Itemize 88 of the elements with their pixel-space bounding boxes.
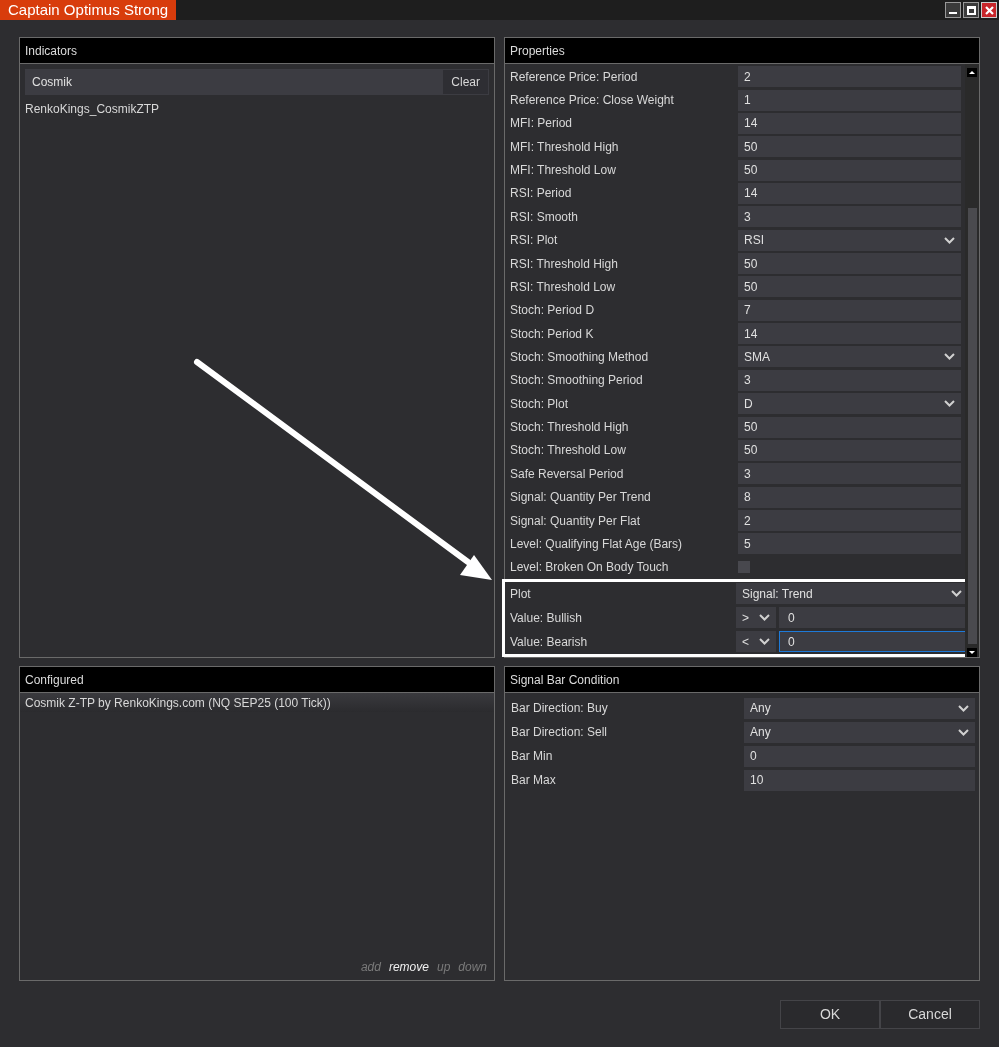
action-link[interactable]: remove <box>388 958 429 976</box>
property-label: Bar Direction: Sell <box>511 724 609 741</box>
property-label: Stoch: Period D <box>510 302 596 320</box>
input-field[interactable]: 14 <box>738 182 961 204</box>
property-label: MFI: Threshold Low <box>510 162 617 180</box>
input-field[interactable]: 1 <box>738 89 961 111</box>
panel-header: Indicators <box>20 38 494 64</box>
chevron-down-icon <box>944 400 955 408</box>
input-field[interactable]: 50 <box>738 416 961 438</box>
property-label: RSI: Smooth <box>510 208 580 226</box>
input-field[interactable]: 0 <box>779 631 968 653</box>
property-label: Value: Bullish <box>510 609 583 627</box>
property-label: Plot <box>510 585 532 603</box>
input-field[interactable]: 14 <box>738 112 961 134</box>
property-label: Value: Bearish <box>510 633 589 651</box>
chevron-down-icon <box>759 638 770 646</box>
property-label: Signal: Quantity Per Trend <box>510 489 652 507</box>
property-label: Signal: Quantity Per Flat <box>510 512 642 530</box>
property-label: Stoch: Period K <box>510 325 595 343</box>
property-label: RSI: Plot <box>510 232 559 250</box>
input-field[interactable]: 50 <box>738 253 961 275</box>
maximize-button[interactable] <box>963 2 979 18</box>
property-label: Bar Max <box>511 772 557 789</box>
operator-dropdown[interactable]: > <box>736 607 776 629</box>
panel-header: Signal Bar Condition <box>505 667 979 693</box>
chevron-down-icon <box>958 728 969 736</box>
search-field[interactable]: Cosmik <box>25 69 443 95</box>
property-label: Stoch: Smoothing Method <box>510 349 650 366</box>
property-label: RSI: Period <box>510 185 573 203</box>
scroll-up-arrow-icon[interactable] <box>967 68 977 77</box>
input-field[interactable]: 50 <box>738 439 961 461</box>
input-field[interactable]: 5 <box>738 533 961 555</box>
input-field[interactable]: 7 <box>738 299 961 321</box>
dropdown[interactable]: Any <box>744 697 975 719</box>
panel-header: Configured <box>20 667 494 693</box>
dropdown[interactable]: Any <box>744 721 975 743</box>
chevron-down-icon <box>958 704 969 712</box>
input-field[interactable]: 0 <box>744 745 975 767</box>
input-field[interactable]: 2 <box>738 510 961 531</box>
input-field[interactable]: 3 <box>738 206 961 228</box>
property-label: Stoch: Threshold Low <box>510 442 627 460</box>
configured-item[interactable]: Cosmik Z-TP by RenkoKings.com (NQ SEP25 (100 Tick)) <box>20 693 494 712</box>
input-field[interactable]: 50 <box>738 136 961 158</box>
chevron-down-icon <box>759 614 770 622</box>
property-label: MFI: Threshold High <box>510 138 620 156</box>
input-field[interactable]: 50 <box>738 276 961 298</box>
checkbox[interactable] <box>738 561 750 574</box>
property-label: Safe Reversal Period <box>510 465 625 483</box>
chevron-down-icon <box>944 236 955 244</box>
clear-button[interactable]: Clear <box>442 69 489 95</box>
chevron-down-icon <box>951 590 962 598</box>
dropdown[interactable]: RSI <box>738 229 961 251</box>
close-button[interactable] <box>981 2 997 18</box>
dropdown[interactable]: SMA <box>738 346 961 368</box>
dropdown[interactable]: D <box>738 393 961 415</box>
dialog-button[interactable]: Cancel <box>880 1000 980 1029</box>
dropdown[interactable]: Signal: Trend <box>736 583 968 605</box>
input-field[interactable]: 3 <box>738 369 961 391</box>
dialog-button[interactable]: OK <box>780 1000 880 1029</box>
scroll-down-arrow-icon[interactable] <box>967 648 977 657</box>
indicator-item[interactable]: RenkoKings_CosmikZTP <box>25 99 489 119</box>
property-label: Stoch: Smoothing Period <box>510 372 644 390</box>
input-field[interactable]: 8 <box>738 486 961 508</box>
property-label: RSI: Threshold High <box>510 255 619 273</box>
property-label: RSI: Threshold Low <box>510 278 617 296</box>
scrollbar-thumb[interactable] <box>967 208 977 644</box>
input-field[interactable]: 0 <box>779 607 968 629</box>
input-field[interactable]: 2 <box>738 66 961 88</box>
operator-dropdown[interactable]: < <box>736 631 776 653</box>
property-label: Stoch: Plot <box>510 395 570 413</box>
property-label: Level: Broken On Body Touch <box>510 559 670 577</box>
property-label: Reference Price: Close Weight <box>510 92 675 110</box>
property-label: MFI: Period <box>510 115 573 133</box>
panel-header: Properties <box>505 38 979 64</box>
scrollbar[interactable] <box>965 64 979 657</box>
window-title: Captain Optimus Strong <box>0 0 177 20</box>
input-field[interactable]: 50 <box>738 159 961 181</box>
input-field[interactable]: 10 <box>744 769 975 791</box>
property-label: Level: Qualifying Flat Age (Bars) <box>510 535 684 553</box>
property-label: Stoch: Threshold High <box>510 419 630 437</box>
input-field[interactable]: 3 <box>738 463 961 485</box>
property-label: Bar Min <box>511 748 554 765</box>
chevron-down-icon <box>944 353 955 361</box>
close-icon <box>984 5 994 15</box>
property-label: Reference Price: Period <box>510 68 639 86</box>
input-field[interactable]: 14 <box>738 323 961 345</box>
minimize-button[interactable] <box>945 2 961 18</box>
property-label: Bar Direction: Buy <box>511 700 609 717</box>
